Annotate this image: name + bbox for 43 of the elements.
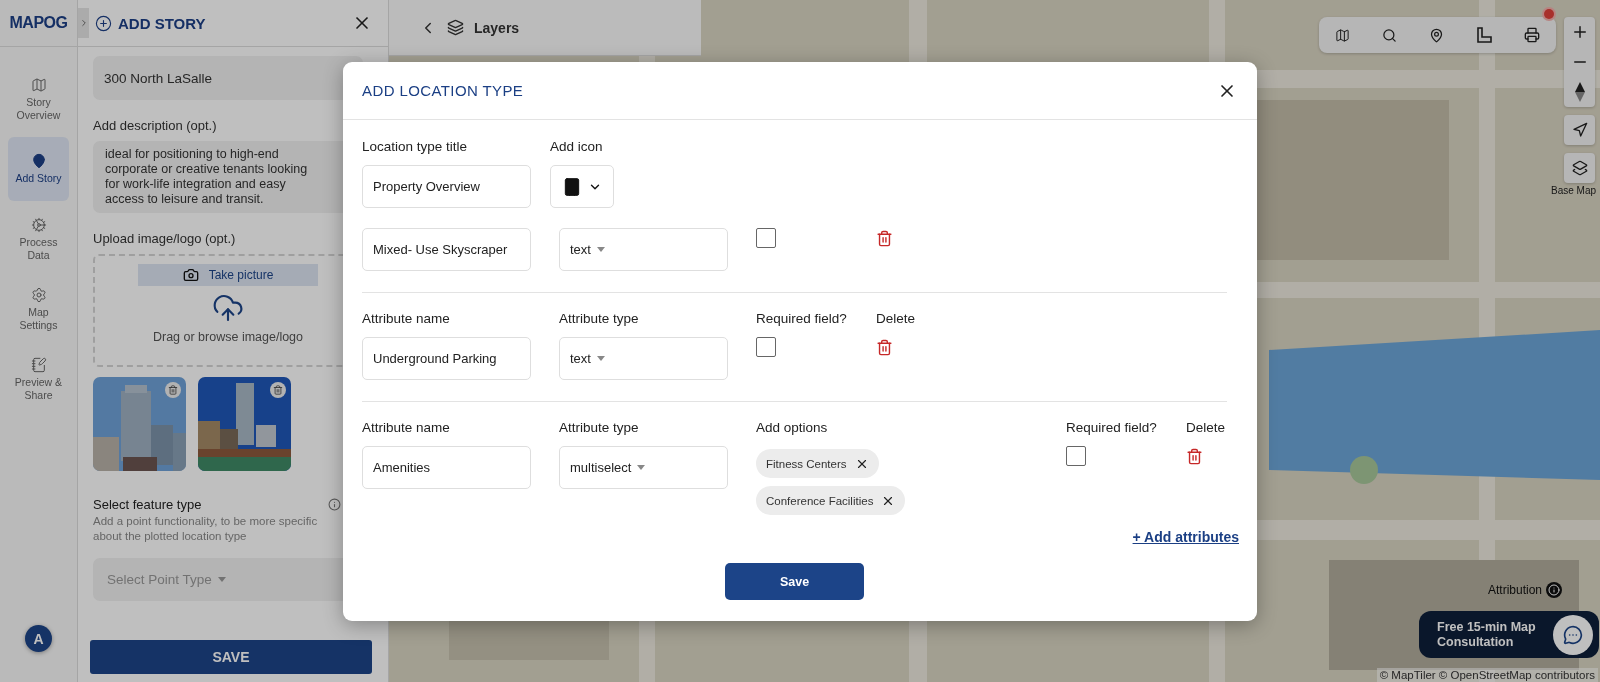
take-picture-button[interactable]: Take picture	[138, 264, 318, 286]
story-name-field[interactable]: 300 North LaSalle	[93, 56, 363, 100]
title-input[interactable]: Property Overview	[362, 165, 531, 208]
dialog-title: ADD LOCATION TYPE	[362, 82, 524, 99]
field-label: Attribute name	[362, 420, 451, 437]
save-button[interactable]: Save	[725, 563, 864, 600]
hint-text: Add a point functionality, to be more specific about the plotted location type	[93, 514, 319, 544]
field-label: Attribute type	[559, 420, 640, 437]
nav-item[interactable]: Add Story	[8, 137, 69, 201]
field-label: Add description (opt.)	[93, 118, 218, 133]
logo[interactable]: MAPOG	[9, 14, 68, 32]
attribute-type-select[interactable]: multiselect	[559, 446, 728, 489]
avatar[interactable]: A	[25, 625, 52, 652]
nav-item[interactable]: Map Settings	[8, 277, 69, 341]
field-label: Required field?	[756, 311, 848, 328]
save-button[interactable]: SAVE	[90, 640, 372, 674]
panel-title: ADD STORY	[118, 14, 207, 32]
option-chip[interactable]: Fitness Centers	[756, 449, 879, 478]
upload-hint: Drag or browse image/logo	[152, 330, 304, 344]
attribute-name-input[interactable]: Amenities	[362, 446, 531, 489]
field-label: Delete	[1186, 420, 1227, 437]
field-label: Required field?	[1066, 420, 1158, 437]
nav-item[interactable]: Preview & Share	[8, 347, 69, 411]
field-label: Attribute type	[559, 311, 640, 328]
consultation-banner[interactable]: Free 15-min Map Consultation	[1419, 611, 1599, 658]
field-label: Location type title	[362, 139, 469, 156]
attribute-name-input[interactable]: Mixed- Use Skyscraper	[362, 228, 531, 271]
attribute-type-select[interactable]: text	[559, 337, 728, 380]
nav-item[interactable]: Story Overview	[8, 67, 69, 131]
attribution-label: Attribution	[1488, 583, 1543, 597]
attribute-type-select[interactable]: text	[559, 228, 728, 271]
field-label: Attribute name	[362, 311, 451, 328]
add-attributes-link[interactable]: + Add attributes	[1132, 529, 1239, 545]
field-label: Add options	[756, 420, 829, 437]
layers-title: Layers	[474, 19, 520, 36]
field-label: Add icon	[550, 139, 604, 156]
field-label: Select feature type	[93, 497, 202, 512]
nav-item[interactable]: Process Data	[8, 207, 69, 271]
field-label: Upload image/logo (opt.)	[93, 231, 237, 246]
attribute-name-input[interactable]: Underground Parking	[362, 337, 531, 380]
option-chip[interactable]: Conference Facilities	[756, 486, 906, 515]
base-map-label: Base Map	[1551, 185, 1597, 196]
field-label: Delete	[876, 311, 917, 328]
